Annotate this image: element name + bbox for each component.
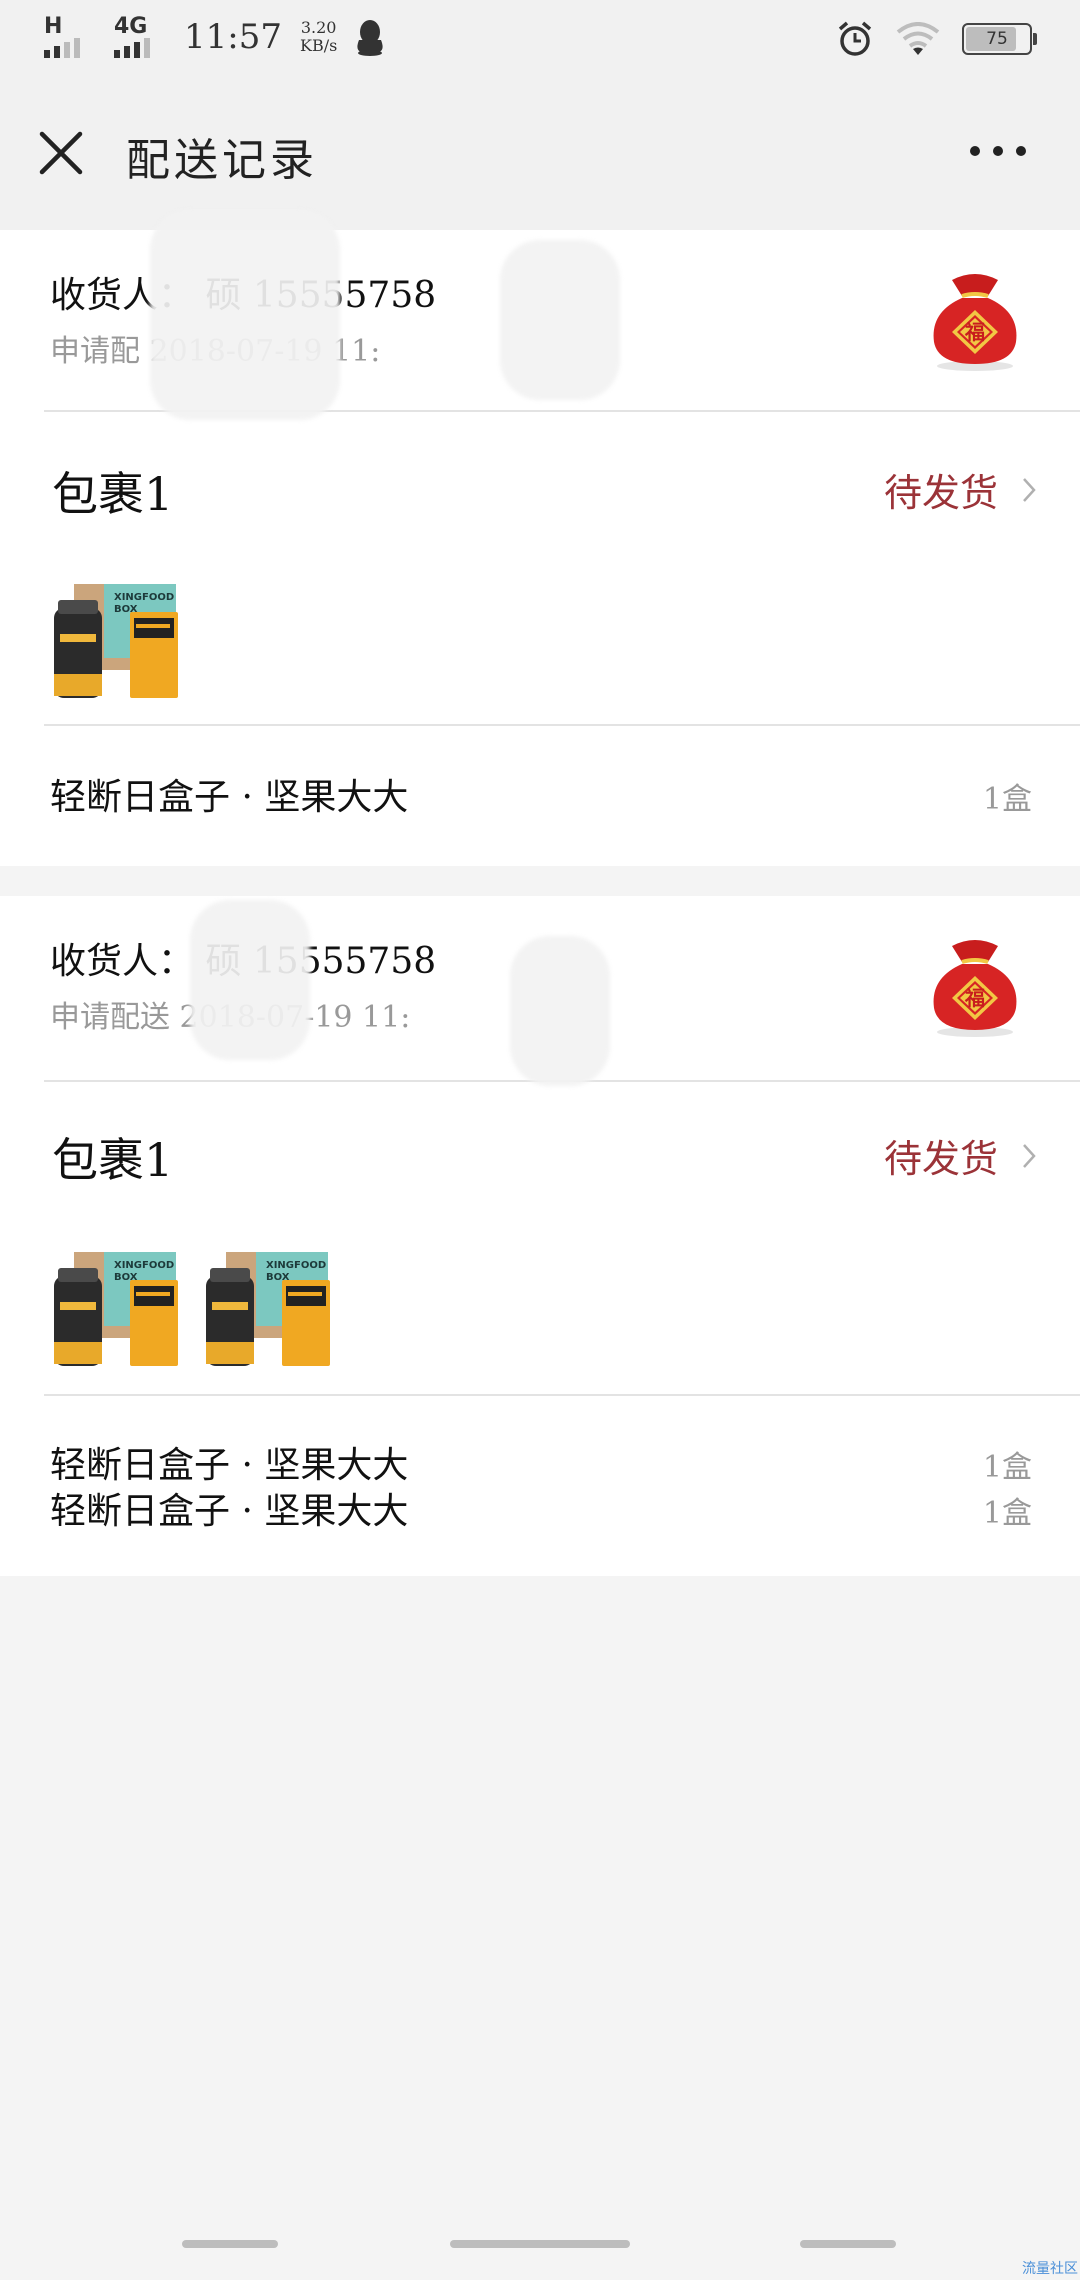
package-title: 包裹1	[52, 1133, 174, 1187]
item-name: 轻断日盒子 · 坚果大大	[50, 1491, 409, 1532]
package-status: 待发货	[883, 1137, 998, 1181]
privacy-blur	[510, 936, 610, 1086]
item-quantity: 1盒	[982, 1450, 1032, 1485]
chevron-right-icon	[1023, 477, 1036, 502]
svg-text:XINGFOOD: XINGFOOD	[114, 1260, 174, 1271]
divider	[44, 1394, 1080, 1396]
privacy-blur	[190, 900, 310, 1060]
more-icon[interactable]	[970, 146, 1026, 156]
clock: 11:57	[184, 17, 282, 57]
watermark: 流量社区	[1022, 2261, 1078, 2277]
item-name: 轻断日盒子 · 坚果大大	[50, 777, 409, 818]
speed-value: 3.20	[300, 18, 337, 37]
product-thumbnail[interactable]: XINGFOOD BOX	[52, 1246, 182, 1370]
privacy-blur	[150, 210, 340, 420]
delivery-card[interactable]: 收货人： 硕 15555758 申请配 2018-07-19 11: 福 包裹1…	[0, 210, 1080, 866]
chevron-right-icon	[1023, 1143, 1036, 1168]
signal-h-icon: H	[44, 14, 96, 60]
nav-bar: 配送记录	[0, 84, 1080, 230]
item-quantity: 1盒	[982, 782, 1032, 817]
lucky-bag-icon: 福	[933, 940, 1017, 1037]
speed-unit: KB/s	[299, 36, 338, 55]
divider	[44, 724, 1080, 726]
item-name: 轻断日盒子 · 坚果大大	[50, 1445, 409, 1486]
package-status-button[interactable]: 待发货	[884, 462, 1038, 517]
svg-text:XINGFOOD: XINGFOOD	[114, 592, 174, 603]
close-icon[interactable]	[36, 128, 86, 178]
wifi-icon	[896, 22, 940, 55]
page-title: 配送记录	[126, 135, 318, 186]
network-type-4g: 4G	[114, 14, 148, 39]
svg-text:福: 福	[964, 986, 985, 1010]
product-thumbs: XINGFOOD BOX	[52, 578, 182, 702]
package-title: 包裹1	[52, 467, 174, 521]
product-thumbs: XINGFOOD BOX XINGFOOD BOX	[52, 1246, 334, 1370]
delivery-card[interactable]: 收货人： 硕 15555758 申请配送 2018-07-19 11: 福 包裹…	[0, 896, 1080, 1576]
svg-text:福: 福	[964, 320, 985, 344]
gesture-back-hint[interactable]	[182, 2240, 278, 2248]
signal-4g-icon: 4G	[114, 14, 166, 60]
status-bar: H 4G 11:57 3.20 KB/s 75	[0, 0, 1080, 84]
product-thumbnail[interactable]: XINGFOOD BOX	[52, 578, 182, 702]
package-status-button[interactable]: 待发货	[884, 1128, 1038, 1183]
battery-level: 75	[986, 29, 1008, 49]
svg-text:XINGFOOD: XINGFOOD	[266, 1260, 326, 1271]
alarm-icon	[838, 21, 872, 56]
gesture-recents-hint[interactable]	[800, 2240, 896, 2248]
gesture-home-bar[interactable]	[450, 2240, 630, 2248]
network-speed: 3.20 KB/s	[300, 19, 337, 55]
product-thumbnail[interactable]: XINGFOOD BOX	[204, 1246, 334, 1370]
privacy-blur	[500, 240, 620, 400]
item-quantity: 1盒	[982, 1496, 1032, 1531]
lucky-bag-icon: 福	[933, 274, 1017, 371]
battery-indicator: 75	[962, 23, 1037, 55]
network-type-h: H	[44, 14, 63, 39]
qq-icon	[357, 20, 383, 56]
package-status: 待发货	[883, 471, 998, 515]
